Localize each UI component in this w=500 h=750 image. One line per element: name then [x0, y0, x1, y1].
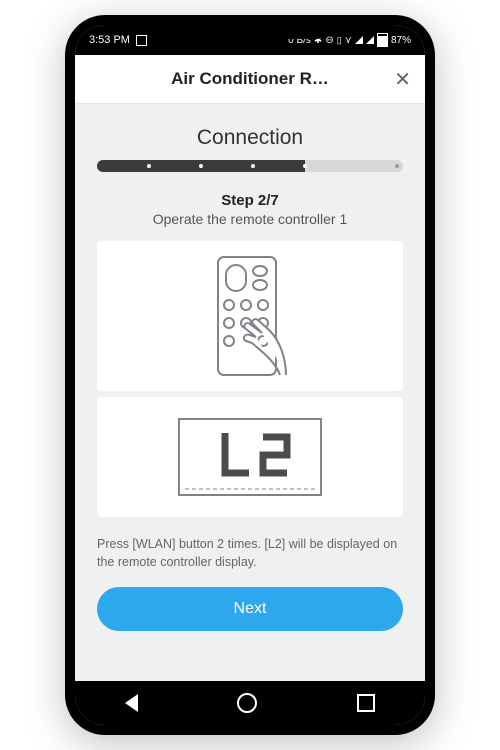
data-rate: 0 B/s — [288, 35, 311, 46]
nav-home-button[interactable] — [237, 693, 257, 713]
wifi-icon: ⋎ — [345, 35, 352, 46]
page-title: Air Conditioner R… — [171, 69, 329, 89]
next-button[interactable]: Next — [97, 587, 403, 631]
section-title: Connection — [97, 126, 403, 150]
vibrate-icon: ▯ — [337, 35, 342, 46]
status-bar: 3:53 PM 0 B/s ✱ ⊖ ▯ ⋎ 87% — [75, 25, 425, 55]
instruction-text: Press [WLAN] button 2 times. [L2] will b… — [97, 535, 403, 571]
signal-icon-2 — [366, 36, 374, 44]
step-instruction: Operate the remote controller 1 — [97, 211, 403, 227]
app-header: Air Conditioner R… ✕ — [75, 55, 425, 104]
clock-time: 3:53 PM — [89, 34, 130, 46]
close-button[interactable]: ✕ — [394, 55, 411, 103]
content-area: Connection Step 2/7 Operate the remote c… — [75, 104, 425, 681]
signal-icon-1 — [355, 36, 363, 44]
next-button-label: Next — [234, 600, 267, 618]
progress-bar — [97, 160, 403, 172]
illustration-remote-hand — [97, 241, 403, 391]
step-header: Step 2/7 Operate the remote controller 1 — [97, 192, 403, 227]
step-number: Step 2/7 — [97, 192, 403, 209]
close-icon: ✕ — [394, 67, 411, 92]
illustration-display-l2 — [97, 397, 403, 517]
nav-back-button[interactable] — [125, 694, 138, 712]
phone-frame: 3:53 PM 0 B/s ✱ ⊖ ▯ ⋎ 87% Air Conditione… — [65, 15, 435, 735]
android-nav-bar — [75, 681, 425, 725]
screenshot-icon — [136, 35, 147, 46]
nav-recent-button[interactable] — [357, 694, 375, 712]
battery-percent: 87% — [391, 35, 411, 46]
bluetooth-icon: ✱ — [314, 35, 322, 46]
battery-icon — [377, 33, 388, 47]
dnd-icon: ⊖ — [325, 35, 333, 46]
screen: 3:53 PM 0 B/s ✱ ⊖ ▯ ⋎ 87% Air Conditione… — [75, 25, 425, 725]
